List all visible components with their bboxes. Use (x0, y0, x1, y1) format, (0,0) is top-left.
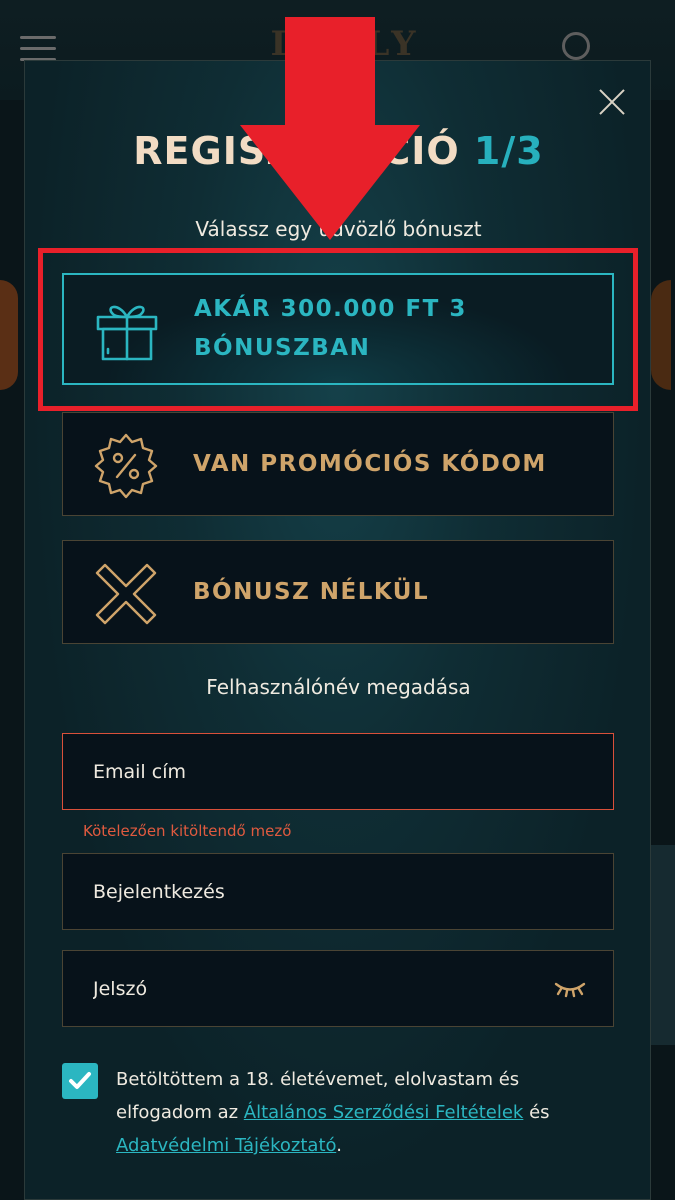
consent-text: Betöltöttem a 18. életévemet, elolvastam… (116, 1063, 616, 1162)
bonus-option-label: BÓNUSZ NÉLKÜL (193, 578, 430, 605)
title-text: REGISZTRÁCIÓ (133, 129, 460, 173)
background-left-strip (0, 100, 24, 1200)
bonus-option-promo-code[interactable]: VAN PROMÓCIÓS KÓDOM (62, 412, 614, 516)
email-error-message: Kötelezően kitöltendő mező (83, 822, 292, 840)
bonus-option-welcome[interactable]: AKÁR 300.000 FT 3 BÓNUSZBAN (62, 273, 614, 385)
email-field[interactable] (62, 733, 614, 810)
cross-icon (95, 563, 157, 625)
gift-icon (96, 305, 158, 361)
percent-badge-icon (94, 433, 158, 499)
login-input[interactable] (63, 854, 613, 929)
modal-title: REGISZTRÁCIÓ 1/3 (25, 129, 652, 173)
menu-icon[interactable] (20, 36, 56, 62)
eye-closed-icon[interactable] (553, 979, 587, 999)
consent-checkbox[interactable] (62, 1063, 98, 1099)
bonus-option-no-bonus[interactable]: BÓNUSZ NÉLKÜL (62, 540, 614, 644)
bonus-option-label: VAN PROMÓCIÓS KÓDOM (193, 450, 547, 477)
background-right-strip (651, 100, 675, 1200)
bonus-prompt: Válassz egy üdvözlő bónuszt (195, 217, 482, 241)
bonus-option-label: AKÁR 300.000 FT 3 BÓNUSZBAN (194, 296, 467, 361)
email-input[interactable] (63, 734, 613, 809)
username-prompt: Felhasználónév megadása (206, 675, 471, 699)
registration-modal: REGISZTRÁCIÓ 1/3 Válassz egy üdvözlő bón… (24, 60, 651, 1200)
login-field[interactable] (62, 853, 614, 930)
password-input[interactable] (63, 951, 613, 1026)
search-icon[interactable] (562, 32, 590, 60)
password-field[interactable] (62, 950, 614, 1027)
site-logo: DOLLY CASINO (270, 24, 420, 64)
checkmark-icon (69, 1072, 91, 1089)
terms-link[interactable]: Általános Szerződési Feltételek (244, 1102, 524, 1123)
consent-and: és (523, 1102, 550, 1123)
step-indicator: 1/3 (473, 129, 544, 173)
consent-end: . (336, 1135, 342, 1156)
privacy-link[interactable]: Adatvédelmi Tájékoztató (116, 1135, 336, 1156)
close-icon[interactable] (598, 87, 628, 117)
